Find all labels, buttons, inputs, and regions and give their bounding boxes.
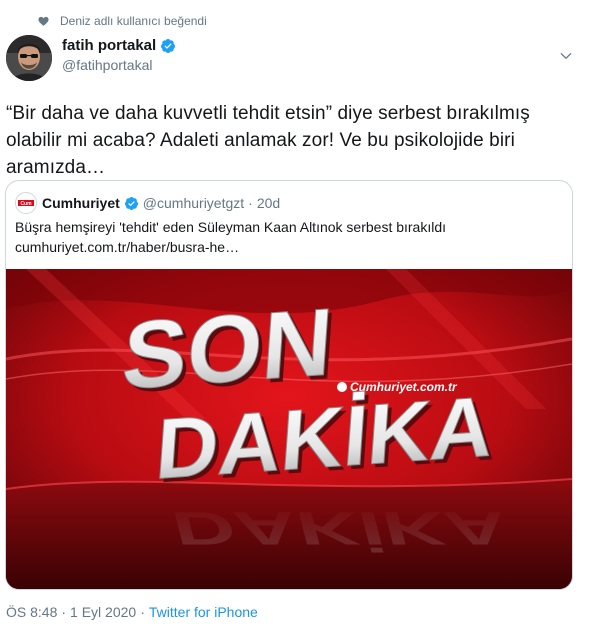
quoted-separator: · [248, 195, 253, 211]
quoted-avatar-text: Cum [20, 201, 32, 207]
tweet-meta: ÖS 8:48 · 1 Eyl 2020 · Twitter for iPhon… [6, 604, 258, 620]
quoted-display-name: Cumhuriyet [42, 195, 120, 211]
tweet-date[interactable]: 1 Eyl 2020 [70, 604, 136, 620]
author-display-name[interactable]: fatih portakal [62, 37, 156, 54]
tweet-source-link[interactable]: Twitter for iPhone [149, 604, 258, 620]
quoted-tweet-text: Büşra hemşireyi 'tehdit' eden Süleyman K… [15, 217, 560, 257]
quoted-avatar: Cum [15, 192, 37, 214]
meta-separator: · [61, 604, 67, 620]
avatar-image [6, 35, 52, 81]
tweet-text: “Bir daha ve daha kuvvetli tehdit etsin”… [6, 103, 530, 178]
quoted-tweet-card[interactable]: Cum Cumhuriyet @cumhuriyetgzt · 20d Büşr… [5, 180, 573, 590]
social-context-text: Deniz adlı kullanıcı beğendi [60, 14, 207, 28]
author-names: fatih portakal @fatihportakal [62, 37, 176, 73]
author-handle[interactable]: @fatihportakal [62, 57, 176, 73]
quoted-tweet-link[interactable]: cumhuriyet.com.tr/haber/busra-he… [15, 237, 560, 257]
heart-icon [38, 16, 49, 26]
cumhuriyet-logo-icon: Cum [16, 193, 36, 213]
tweet-time[interactable]: ÖS 8:48 [6, 604, 57, 620]
author-row: fatih portakal @fatihportakal [6, 35, 575, 83]
quoted-tweet-header: Cum Cumhuriyet @cumhuriyetgzt · 20d [15, 192, 280, 214]
author-avatar[interactable] [6, 35, 52, 81]
meta-separator: · [140, 604, 145, 620]
verified-badge-icon [124, 196, 138, 210]
son-dakika-image: SON SON Cumhuriyet.com.tr DAKİKA DAKİKA … [6, 269, 572, 589]
quoted-media-image[interactable]: SON SON Cumhuriyet.com.tr DAKİKA DAKİKA … [6, 269, 572, 589]
tweet-page: Deniz adlı kullanıcı beğendi fatih porta… [0, 0, 589, 639]
quoted-handle: @cumhuriyetgzt [142, 195, 245, 211]
quoted-tweet-headline: Büşra hemşireyi 'tehdit' eden Süleyman K… [15, 219, 447, 235]
social-context[interactable]: Deniz adlı kullanıcı beğendi [38, 14, 207, 28]
verified-badge-icon [161, 38, 176, 53]
display-name-row: fatih portakal [62, 37, 176, 54]
chevron-down-icon[interactable] [559, 49, 573, 63]
media-reflection: DAKİKA [166, 502, 514, 555]
quoted-timestamp[interactable]: 20d [257, 195, 280, 211]
